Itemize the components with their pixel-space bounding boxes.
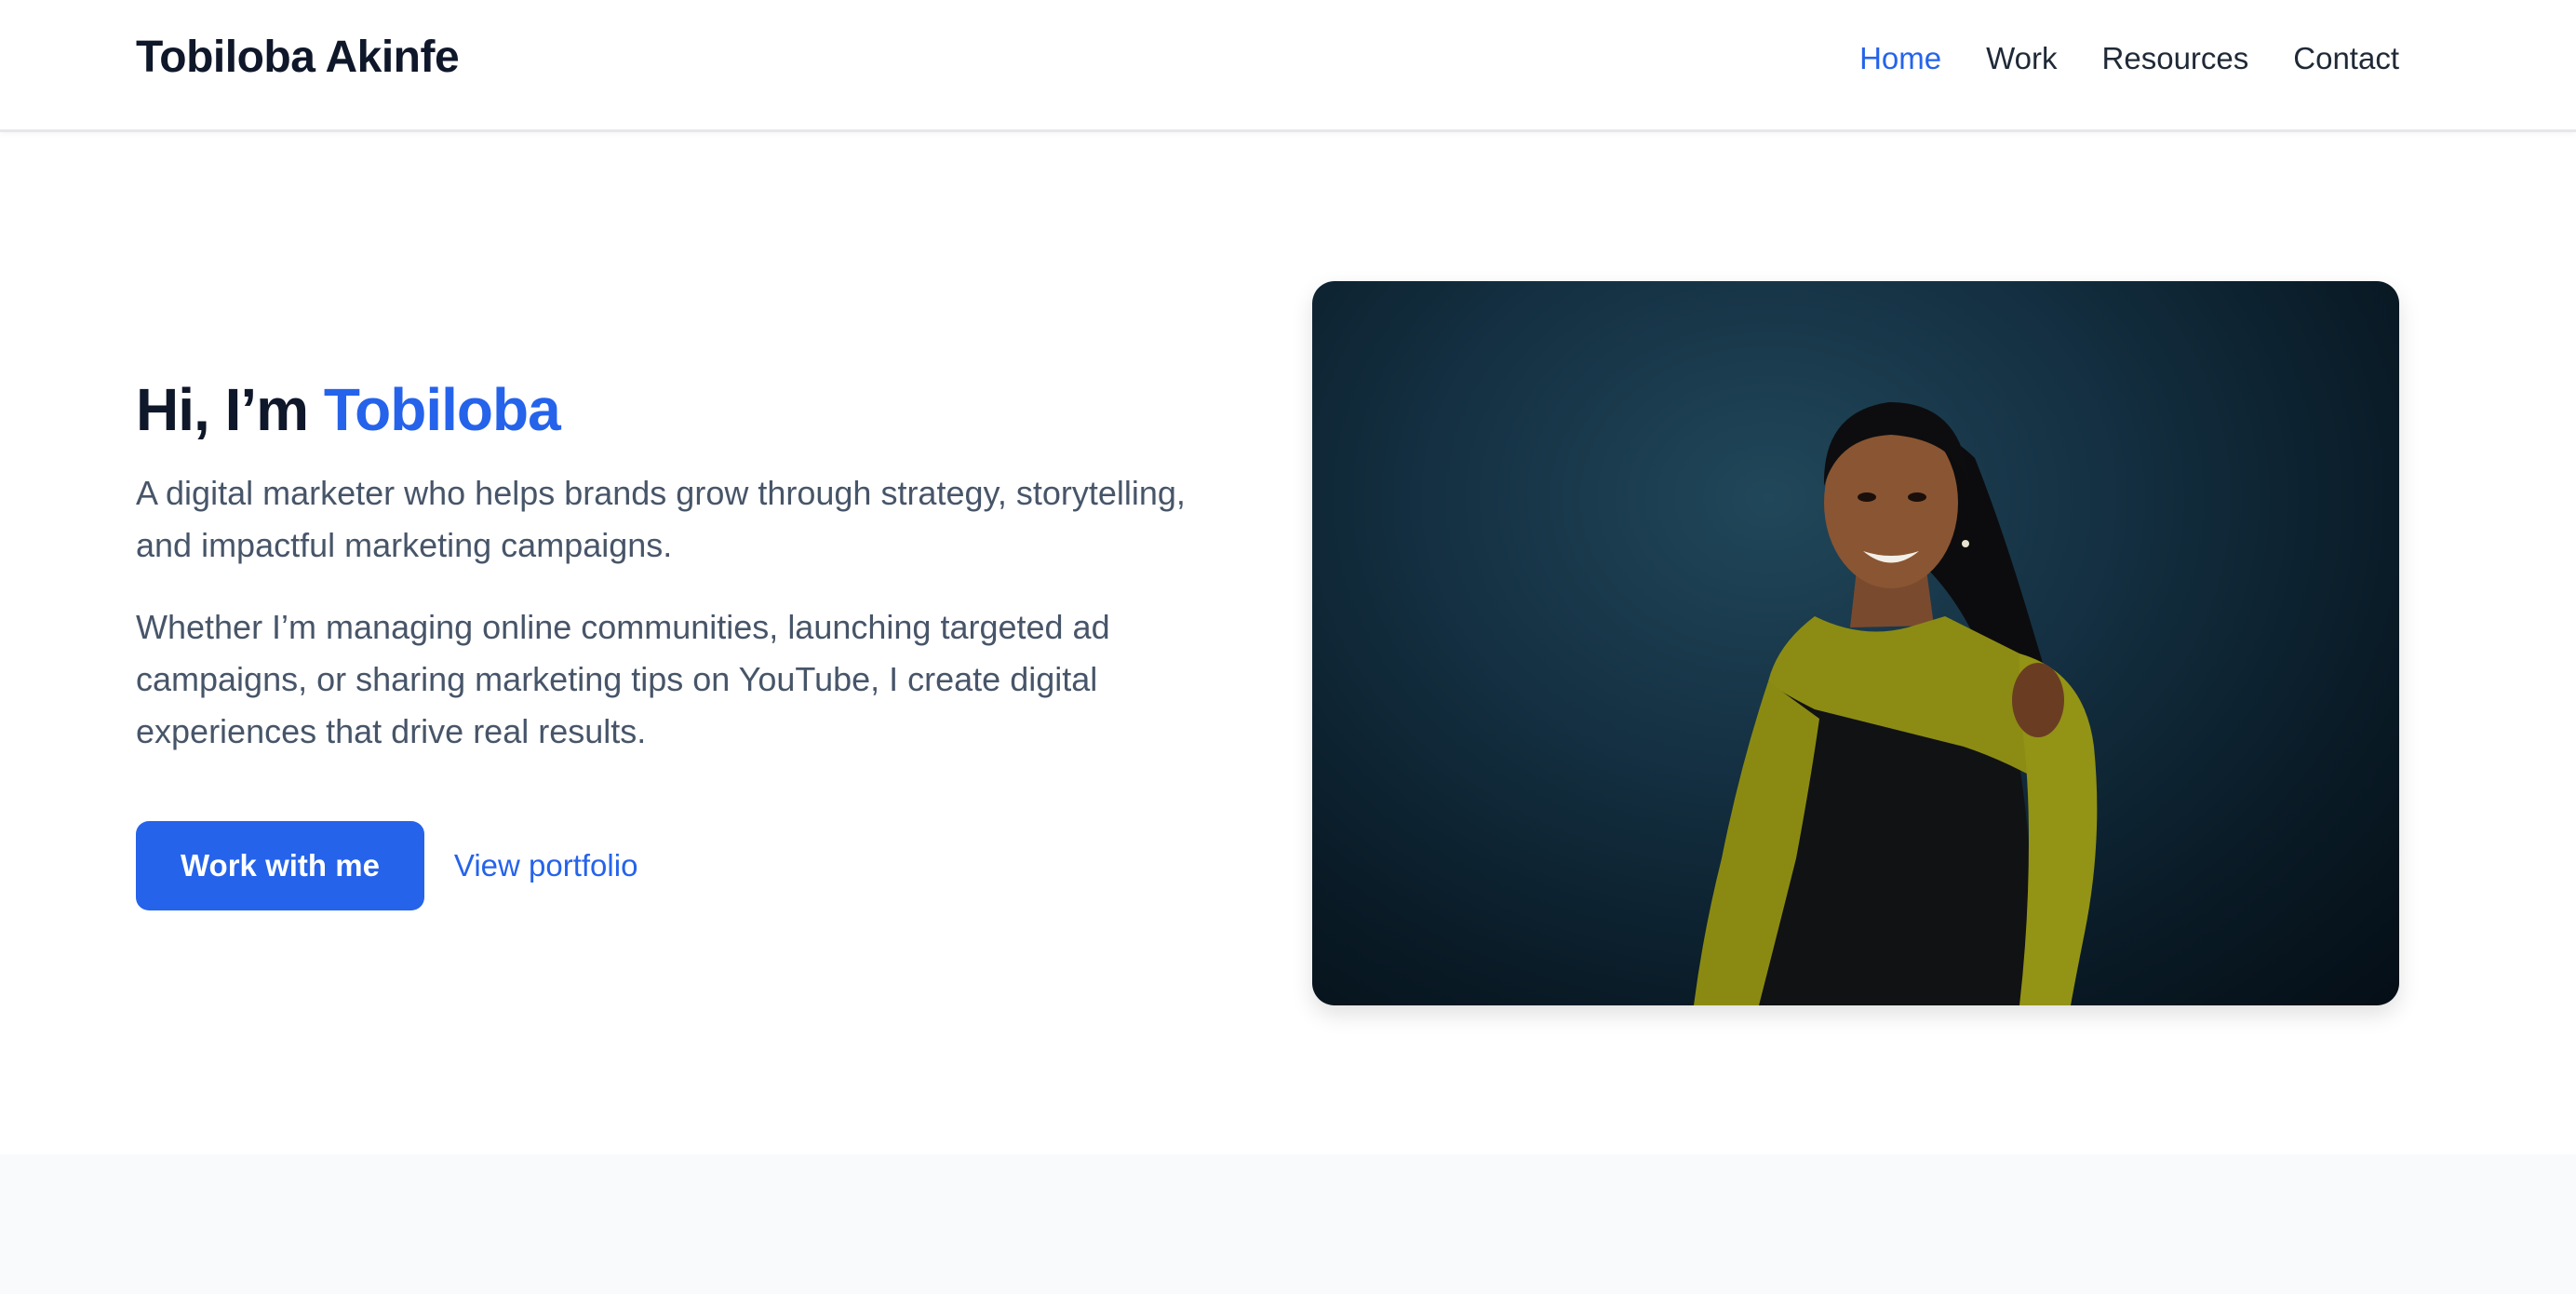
next-section-background — [0, 1154, 2576, 1294]
portrait-illustration — [1694, 402, 2098, 1005]
hero-title: Hi, I’m Tobiloba — [136, 372, 1253, 447]
site-header: Tobiloba Akinfe Home Work Resources Cont… — [0, 0, 2576, 132]
brand-logo-text[interactable]: Tobiloba Akinfe — [136, 32, 460, 84]
nav-work-link[interactable]: Work — [1986, 37, 2057, 80]
hero-actions: Work with me View portfolio — [136, 821, 1253, 910]
nav-contact-link[interactable]: Contact — [2293, 37, 2399, 80]
main-nav: Home Work Resources Contact — [1859, 37, 2399, 80]
hero-name: Tobiloba — [323, 376, 561, 443]
nav-home-link[interactable]: Home — [1859, 37, 1941, 80]
hero-intro: A digital marketer who helps brands grow… — [136, 474, 1186, 564]
nav-resources-link[interactable]: Resources — [2102, 37, 2249, 80]
work-with-me-button[interactable]: Work with me — [136, 821, 424, 910]
portrait-photo — [1312, 281, 2399, 1005]
hero-section: Hi, I’m Tobiloba A digital marketer who … — [136, 372, 1253, 910]
view-portfolio-link[interactable]: View portfolio — [454, 821, 638, 910]
hero-details: Whether I’m managing online communities,… — [136, 608, 1110, 750]
hero-greeting: Hi, I’m — [136, 376, 324, 443]
